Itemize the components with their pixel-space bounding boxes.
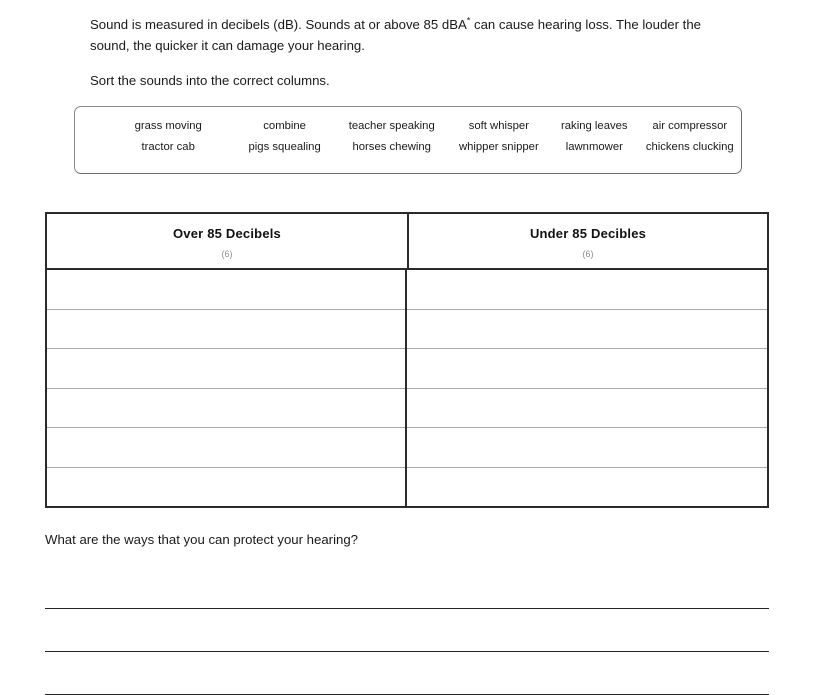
writing-line[interactable] [45, 652, 769, 695]
answer-cell[interactable] [47, 270, 405, 310]
table-body [47, 270, 767, 506]
intro-line-1-text-after-asterisk: can cause hearing loss. The louder the [470, 17, 702, 32]
answer-cell[interactable] [47, 468, 405, 507]
answer-cell[interactable] [407, 468, 767, 507]
answer-column-over-85 [47, 270, 407, 506]
word-bank-item[interactable]: pigs squealing [233, 141, 335, 153]
word-bank-row: tractor cab pigs squealing horses chewin… [75, 141, 741, 153]
answer-cell[interactable] [47, 310, 405, 349]
column-header-title: Under 85 Decibles [529, 225, 647, 241]
word-bank-item[interactable]: grass moving [103, 120, 233, 132]
answer-cell[interactable] [407, 389, 767, 428]
word-bank-item[interactable]: teacher speaking [336, 120, 448, 132]
answer-writing-lines [45, 566, 769, 695]
word-bank-grid: grass moving combine teacher speaking so… [75, 120, 741, 153]
sorting-table: Over 85 Decibels (6) Under 85 Decibles (… [45, 212, 769, 508]
answer-cell[interactable] [47, 389, 405, 428]
answer-column-under-85 [407, 270, 767, 506]
answer-cell[interactable] [407, 270, 767, 310]
column-header-count: (6) [221, 248, 233, 259]
closing-question: What are the ways that you can protect y… [45, 532, 359, 547]
intro-line-2: sound, the quicker it can damage your he… [90, 38, 365, 53]
word-bank-item[interactable]: soft whisper [448, 120, 550, 132]
word-bank-item[interactable]: whipper snipper [448, 141, 550, 153]
word-bank-row: grass moving combine teacher speaking so… [75, 120, 741, 132]
table-header-row: Over 85 Decibels (6) Under 85 Decibles (… [47, 214, 767, 270]
answer-cell[interactable] [47, 428, 405, 468]
column-header-title: Over 85 Decibels [173, 225, 281, 241]
word-bank-item[interactable]: raking leaves [550, 120, 638, 132]
column-header-count: (6) [582, 248, 594, 259]
intro-line-1: Sound is measured in decibels (dB). Soun… [90, 14, 758, 35]
word-bank-item[interactable]: chickens clucking [639, 141, 741, 153]
column-header-under-85: Under 85 Decibles (6) [409, 214, 767, 268]
writing-line[interactable] [45, 609, 769, 652]
word-bank-item[interactable]: air compressor [639, 120, 741, 132]
answer-cell[interactable] [407, 349, 767, 389]
answer-cell[interactable] [407, 310, 767, 349]
sort-instruction: Sort the sounds into the correct columns… [90, 73, 330, 88]
answer-cell[interactable] [407, 428, 767, 468]
word-bank-item[interactable]: horses chewing [336, 141, 448, 153]
word-bank-box: grass moving combine teacher speaking so… [74, 106, 742, 174]
word-bank-item[interactable]: tractor cab [103, 141, 233, 153]
writing-line[interactable] [45, 566, 769, 609]
column-header-over-85: Over 85 Decibels (6) [47, 214, 409, 268]
word-bank-item[interactable]: lawnmower [550, 141, 638, 153]
word-bank-item[interactable]: combine [233, 120, 335, 132]
intro-paragraph: Sound is measured in decibels (dB). Soun… [90, 14, 758, 56]
answer-cell[interactable] [47, 349, 405, 389]
intro-line-1-text-before-asterisk: Sound is measured in decibels (dB). Soun… [90, 17, 467, 32]
